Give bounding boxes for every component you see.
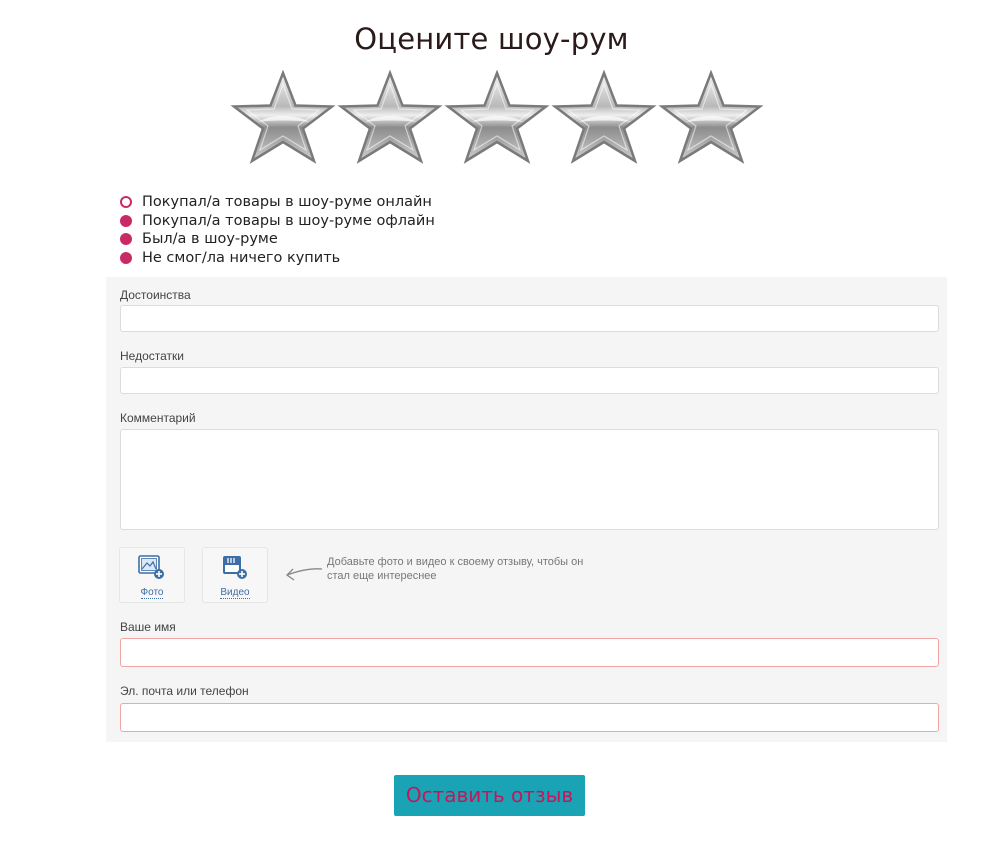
contact-label: Эл. почта или телефон (120, 684, 249, 698)
star-icon[interactable] (444, 70, 550, 164)
option-label: Покупал/а товары в шоу-руме офлайн (142, 212, 435, 229)
review-form: Достоинства Недостатки Комментарий Фото … (106, 277, 947, 742)
option-offline[interactable]: Покупал/а товары в шоу-руме офлайн (120, 212, 435, 231)
option-label: Покупал/а товары в шоу-руме онлайн (142, 194, 432, 211)
name-input[interactable] (120, 638, 939, 667)
video-label: Видео (220, 587, 250, 599)
arrow-left-icon (285, 568, 323, 581)
name-label: Ваше имя (120, 620, 176, 634)
star-icon[interactable] (551, 70, 657, 164)
star-icon[interactable] (658, 70, 764, 164)
radio-icon[interactable] (120, 233, 132, 246)
star-icon[interactable] (337, 70, 443, 164)
disadvantages-label: Недостатки (120, 349, 184, 363)
comment-textarea[interactable] (120, 429, 939, 530)
option-label: Был/а в шоу-руме (142, 231, 278, 248)
purchase-options: Покупал/а товары в шоу-руме онлайн Покуп… (120, 193, 435, 267)
advantages-label: Достоинства (120, 288, 191, 302)
contact-input[interactable] (120, 703, 939, 732)
add-photo-button[interactable]: Фото (119, 547, 185, 603)
photo-label: Фото (140, 587, 164, 599)
comment-label: Комментарий (120, 411, 196, 425)
radio-icon[interactable] (120, 196, 132, 209)
radio-icon[interactable] (120, 214, 132, 227)
add-video-button[interactable]: Видео (202, 547, 268, 603)
page-title: Оцените шоу-рум (354, 22, 629, 56)
disadvantages-input[interactable] (120, 367, 939, 394)
option-label: Не смог/ла ничего купить (142, 249, 341, 266)
star-icon[interactable] (230, 70, 336, 164)
photo-icon (138, 555, 164, 579)
option-could-not-buy[interactable]: Не смог/ла ничего купить (120, 249, 435, 268)
submit-review-button[interactable]: Оставить отзыв (394, 775, 585, 816)
star-rating (230, 70, 765, 165)
radio-icon[interactable] (120, 251, 132, 264)
media-hint: Добавьте фото и видео к своему отзыву, ч… (327, 556, 584, 582)
advantages-input[interactable] (120, 305, 939, 332)
youtube-icon (223, 556, 247, 579)
option-online[interactable]: Покупал/а товары в шоу-руме онлайн (120, 193, 435, 212)
option-visited[interactable]: Был/а в шоу-руме (120, 230, 435, 249)
